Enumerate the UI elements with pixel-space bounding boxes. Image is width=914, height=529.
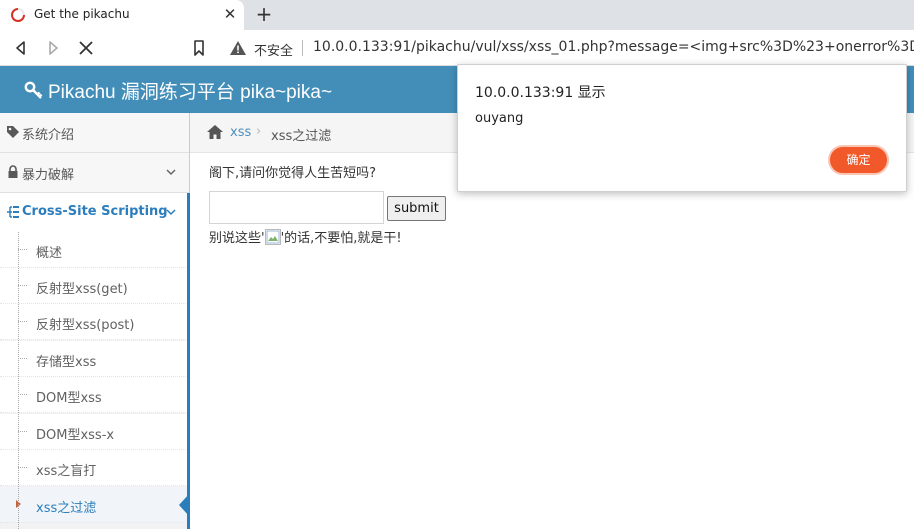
sidebar-subitem-filter[interactable]: xss之过滤 — [0, 487, 189, 523]
security-status-label[interactable]: 不安全 — [254, 40, 293, 59]
alert-dialog: 10.0.0.133:91 显示 ouyang 确定 — [457, 64, 907, 192]
breadcrumb-link-xss[interactable]: xss — [230, 125, 251, 140]
sitemap-icon — [7, 206, 19, 218]
sidebar-subitem-label: xss之过滤 — [36, 501, 97, 516]
sidebar-subitem-label: xss之盲打 — [36, 464, 97, 479]
back-icon[interactable] — [12, 39, 30, 57]
tree-connector — [18, 467, 27, 468]
sidebar-item-bruteforce[interactable]: 暴力破解 — [0, 153, 189, 193]
sidebar-subitem-label: 反射型xss(post) — [36, 318, 135, 333]
browser-toolbar: 不安全 10.0.0.133:91/pikachu/vul/xss/xss_01… — [0, 30, 914, 66]
sidebar-subitem-dom-x[interactable]: DOM型xss-x — [0, 414, 188, 450]
sidebar-subitem-stored[interactable]: 存储型xss — [0, 341, 188, 377]
tree-line — [18, 232, 19, 529]
forward-icon[interactable] — [44, 39, 62, 57]
loading-spinner-icon — [11, 8, 25, 22]
message-input[interactable] — [209, 191, 384, 224]
sidebar-subitem-dom[interactable]: DOM型xss — [0, 377, 188, 413]
stop-loading-icon[interactable] — [77, 39, 95, 57]
bookmark-icon[interactable] — [190, 39, 208, 57]
sidebar-subitem-label: DOM型xss-x — [36, 428, 115, 443]
sidebar-subitem-label: 反射型xss(get) — [36, 282, 128, 297]
browser-tab[interactable]: Get the pikachu ✕ — [0, 0, 244, 30]
dialog-message: ouyang — [475, 111, 524, 126]
sidebar-subitem-overview[interactable]: 概述 — [0, 232, 188, 268]
lock-icon — [8, 165, 18, 178]
dialog-ok-button[interactable]: 确定 — [828, 145, 889, 175]
sidebar-subitem-blind[interactable]: xss之盲打 — [0, 450, 188, 486]
result-message: 别说这些' '的话,不要怕,就是干! — [209, 227, 402, 246]
tree-connector — [18, 285, 27, 286]
tab-title: Get the pikachu — [34, 7, 130, 21]
dialog-title: 10.0.0.133:91 显示 — [475, 85, 606, 101]
browser-tab-strip: Get the pikachu ✕ + — [0, 0, 914, 30]
site-title[interactable]: Pikachu 漏洞练习平台 pika~pika~ — [24, 77, 332, 104]
sidebar-subitem-label: DOM型xss — [36, 391, 102, 406]
sidebar-item-xss[interactable]: Cross-Site Scripting — [0, 193, 189, 233]
address-divider — [302, 40, 303, 56]
sidebar-subitem-label: 概述 — [36, 246, 63, 261]
breadcrumb-current: xss之过滤 — [271, 129, 332, 144]
sidebar-item-intro[interactable]: 系统介绍 — [0, 113, 189, 153]
new-tab-button[interactable]: + — [254, 4, 274, 24]
sidebar-item-label: Cross-Site Scripting — [22, 204, 168, 219]
sidebar-subitem-reflected-post[interactable]: 反射型xss(post) — [0, 304, 188, 340]
sidebar-item-label: 暴力破解 — [22, 168, 75, 183]
sidebar-active-edge — [187, 193, 190, 529]
tab-close-icon[interactable]: ✕ — [222, 6, 238, 22]
result-text-after: '的话,不要怕,就是干! — [280, 231, 402, 246]
sidebar: 系统介绍 暴力破解 Cross-Site Scripting 概述 反射型xss… — [0, 113, 190, 529]
sidebar-subitem-reflected-get[interactable]: 反射型xss(get) — [0, 268, 188, 304]
sidebar-item-label: 系统介绍 — [22, 128, 75, 143]
tree-connector — [18, 394, 27, 395]
tree-connector — [18, 321, 27, 322]
address-bar[interactable]: 10.0.0.133:91/pikachu/vul/xss/xss_01.php… — [313, 39, 914, 55]
chevron-down-icon — [166, 209, 176, 216]
tree-connector — [18, 249, 27, 250]
broken-image-icon — [264, 229, 281, 245]
chevron-down-icon — [166, 169, 176, 176]
submit-button[interactable]: submit — [387, 196, 446, 221]
question-text: 阁下,请问你觉得人生苦短吗? — [209, 166, 377, 181]
tag-icon — [7, 126, 19, 138]
sidebar-subitem-label: 存储型xss — [36, 355, 97, 370]
tree-connector — [18, 358, 27, 359]
warning-icon[interactable] — [229, 39, 247, 57]
home-icon[interactable] — [206, 124, 224, 140]
result-text-before: 别说这些' — [209, 231, 265, 246]
key-icon — [24, 81, 43, 99]
tree-connector — [18, 431, 27, 432]
site-title-text: Pikachu 漏洞练习平台 pika~pika~ — [48, 82, 333, 103]
breadcrumb-separator: › — [256, 124, 262, 139]
